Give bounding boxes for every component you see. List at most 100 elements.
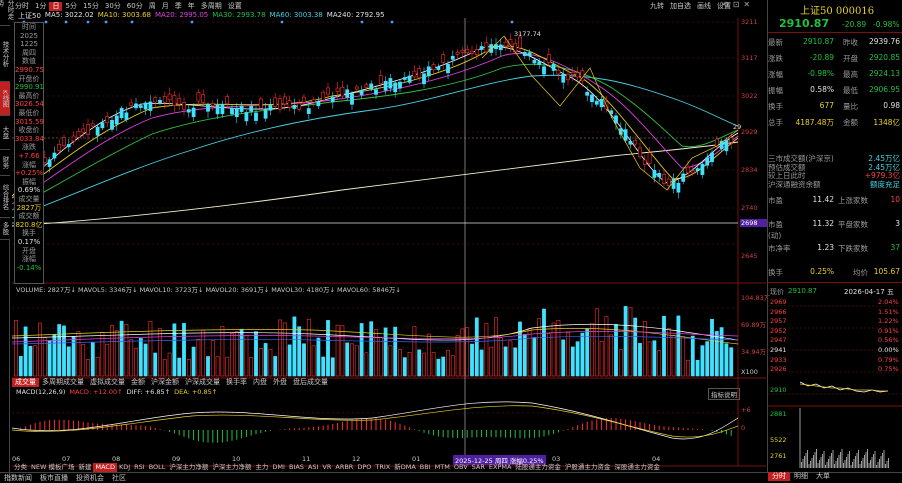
draw-line-button[interactable]: 画线 (697, 1, 711, 11)
ind-tab[interactable]: 沪深金额 (148, 378, 182, 387)
volume-bar (354, 345, 359, 377)
status-link[interactable]: 社区 (112, 473, 126, 483)
period-btn-multi[interactable]: 多周期 (198, 2, 225, 11)
volume-bar (638, 343, 642, 377)
nine-turn-button[interactable]: 九转 (650, 1, 664, 11)
side-tab-finance[interactable]: 财务 (0, 150, 10, 176)
candle (666, 178, 671, 186)
quote-pct: -0.98% (873, 20, 900, 29)
candle (210, 103, 215, 106)
ind-tab[interactable]: 金额 (128, 378, 148, 387)
indicator-tab[interactable]: 新建 (76, 463, 93, 472)
period-btn-day[interactable]: 日 (49, 1, 63, 11)
period-btn[interactable]: 5分 (62, 2, 79, 11)
candle (383, 80, 388, 91)
signal-dot (280, 20, 284, 24)
indicator-tab[interactable]: BIAS (287, 463, 306, 472)
indicator-tab[interactable]: 新DMA (392, 463, 418, 472)
ind-tab[interactable]: 换手率 (223, 378, 250, 387)
macd-help-button[interactable]: 指标说明 (708, 388, 740, 400)
period-btn[interactable]: 30分 (102, 2, 124, 11)
indicator-tab[interactable]: ARBR (333, 463, 355, 472)
volume-bar (436, 358, 441, 377)
kline-chart[interactable] (12, 18, 766, 480)
indicator-tab[interactable]: 主力 (253, 463, 270, 472)
volume-bar (306, 318, 311, 377)
candle (388, 78, 393, 89)
ind-tab[interactable]: 外盘 (270, 378, 290, 387)
bottom-indicator-tabs: 分类 NEW 模板广场 新建 MACD KDJ RSI BOLL 沪深主力净额 沪深主力净额 主力… (12, 463, 766, 472)
ind-tab[interactable]: 沪深成交量 (182, 378, 223, 387)
side-tab-dapan[interactable]: 大盘 (0, 116, 10, 150)
mini-tab-bigorder[interactable]: 大单 (812, 472, 834, 481)
indicator-tab[interactable]: OBV (452, 463, 470, 472)
period-btn[interactable]: 月 (159, 2, 172, 11)
indicator-tab[interactable]: MTM (433, 463, 452, 472)
volume-bar (297, 326, 302, 377)
mini-tab-timeshare[interactable]: 分时 (768, 472, 790, 481)
indicator-tab[interactable]: TRIX (373, 463, 392, 472)
ind-tab[interactable]: 内盘 (250, 378, 270, 387)
indicator-tab[interactable]: KDJ (117, 463, 132, 472)
candle (479, 46, 484, 50)
status-link[interactable]: 投资机会 (76, 473, 104, 483)
ind-tab[interactable]: 盘后成交量 (290, 378, 331, 387)
indicator-tab[interactable]: 分类 (12, 463, 29, 472)
candle (138, 105, 143, 108)
volume-bar (28, 345, 33, 377)
indicator-tab[interactable]: 沪深主力净额 (167, 463, 210, 472)
indicator-tab[interactable]: EXPMA (487, 463, 514, 472)
period-btn[interactable]: 60分 (124, 2, 146, 11)
quote-title: 上证50 000016 (800, 6, 875, 17)
quote-row: 市净率 1.23 下跌家数 37 (768, 243, 902, 254)
indicator-tab[interactable]: 陆股通主力资金 (513, 463, 563, 472)
indicator-tab[interactable]: SAR (470, 463, 487, 472)
indicator-tab[interactable]: DPO (355, 463, 373, 472)
side-tab-tech[interactable]: 技术分析 (0, 26, 10, 82)
status-link[interactable]: 板市直播 (40, 473, 68, 483)
indicator-tab[interactable]: BBI (418, 463, 433, 472)
close-icon[interactable]: ✕ (743, 0, 750, 9)
date-tick: 06 (12, 455, 21, 463)
volume-bar (345, 342, 350, 377)
volume-bar (508, 340, 513, 377)
period-btn[interactable]: 周 (146, 2, 159, 11)
side-tab-ranking[interactable]: 综合排名 (0, 176, 10, 218)
indicator-tab[interactable]: 沪股通主力资金 (563, 463, 613, 472)
vol-tick: X100 (741, 368, 758, 376)
period-btn[interactable]: 年 (185, 2, 198, 11)
status-link[interactable]: 指数新闻 (4, 473, 32, 483)
lock-icon[interactable]: ⊡ (733, 0, 740, 9)
mini-tab-detail[interactable]: 明细 (790, 472, 812, 481)
period-btn[interactable]: 15分 (80, 2, 102, 11)
indicator-tab[interactable]: MACD (93, 463, 117, 472)
volume-bar (542, 308, 546, 377)
indicator-tab[interactable]: ASI (306, 463, 321, 472)
ind-tab-volume[interactable]: 成交量 (12, 378, 39, 387)
candle (105, 116, 110, 123)
side-tab-kline[interactable]: K线图 (0, 82, 10, 116)
candle (196, 92, 201, 102)
indicator-tab[interactable]: 沪深主力净额 (210, 463, 253, 472)
info-box-item: 涨幅 (22, 255, 36, 264)
period-btn[interactable]: 分时 (12, 2, 32, 11)
add-favorite-button[interactable]: 加自选 (670, 1, 691, 11)
indicator-tab[interactable]: NEW 模板广场 (29, 463, 76, 472)
indicator-tab[interactable]: 深股通主力资金 (612, 463, 662, 472)
volume-bar (729, 347, 734, 377)
ind-tab[interactable]: 虚拟成交量 (87, 378, 128, 387)
indicator-tab[interactable]: RSI (132, 463, 147, 472)
refresh-icon[interactable]: ⟲ (722, 0, 729, 9)
indicator-tab[interactable]: VR (320, 463, 333, 472)
candle (638, 147, 642, 158)
side-tab-timeshare[interactable]: 分时走势 (0, 0, 14, 26)
period-btn[interactable]: 季 (172, 2, 185, 11)
ind-tab[interactable]: 多周期成交量 (39, 378, 87, 387)
period-btn[interactable]: 1分 (32, 2, 49, 11)
candle (676, 182, 681, 193)
indicator-tab[interactable]: BOLL (147, 463, 168, 472)
period-btn-settings[interactable]: 设置 (225, 2, 245, 11)
side-tab-multi[interactable]: 多股 (0, 218, 10, 240)
indicator-tab[interactable]: DMI (270, 463, 287, 472)
candle (532, 59, 537, 64)
